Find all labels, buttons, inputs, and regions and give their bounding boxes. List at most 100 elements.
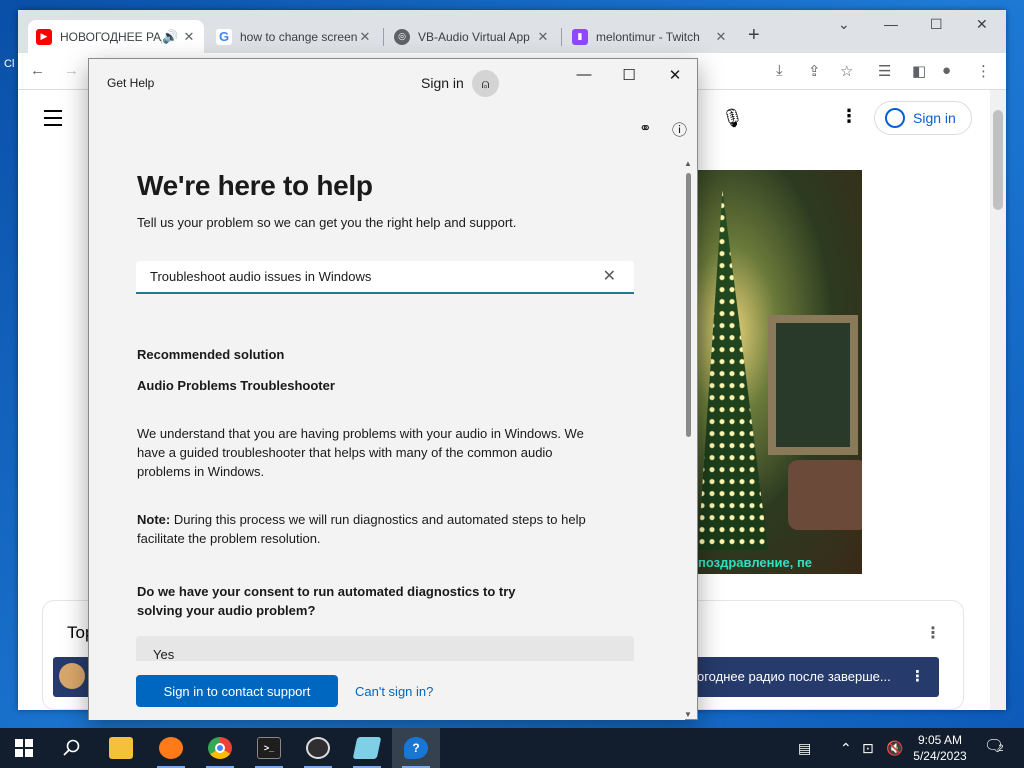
notifications-button[interactable]: 🗨2 (984, 736, 1004, 756)
close-icon[interactable]: ✕ (665, 66, 685, 84)
clear-icon[interactable]: ✕ (603, 266, 616, 286)
tab-vb-audio[interactable]: ◎ VB-Audio Virtual App ✕ (386, 20, 558, 53)
sign-in-contact-support-button[interactable]: Sign in to contact support (136, 675, 338, 707)
tab-twitch[interactable]: ▮ melontimur - Twitch ✕ (564, 20, 736, 53)
search-button[interactable] (48, 728, 96, 768)
windows-icon (15, 739, 33, 757)
tab-google[interactable]: G how to change screen ✕ (208, 20, 380, 53)
get-help-window: Get Help Sign in ⍝ — ☐ ✕ ⚭ ⓘ We're here … (88, 58, 698, 720)
tab-separator (561, 28, 562, 46)
menu-icon[interactable]: ⋮ (976, 62, 991, 80)
more-options-icon[interactable]: ⋮ (840, 106, 858, 127)
back-icon[interactable]: ← (30, 62, 45, 79)
media-controls-icon[interactable]: ☰ (878, 62, 891, 80)
window-image (768, 315, 858, 455)
close-icon[interactable]: ✕ (358, 29, 372, 45)
page-scrollbar[interactable] (990, 90, 1006, 710)
close-icon[interactable]: ✕ (182, 29, 196, 45)
chrome-icon (208, 737, 232, 759)
video-caption: поздравление, пе (698, 555, 813, 570)
note-text: During this process we will run diagnost… (137, 512, 586, 546)
chevron-up-icon[interactable]: ⌃ (840, 740, 852, 757)
notepad-icon (352, 737, 382, 759)
tab-strip: ▶ НОВОГОДНЕЕ РАДИО 🔊 ✕ G how to change s… (18, 10, 1006, 53)
globe-icon: ◎ (394, 28, 410, 45)
start-button[interactable] (0, 728, 48, 768)
minimize-icon[interactable]: — (884, 16, 898, 32)
network-icon[interactable]: ⊡ (862, 740, 874, 757)
install-icon[interactable]: ⤓ (776, 62, 783, 79)
search-icon (63, 739, 80, 756)
signin-label: Sign in (913, 110, 956, 126)
hamburger-menu-icon[interactable] (44, 110, 62, 131)
chevron-down-icon[interactable]: ⌄ (838, 16, 850, 33)
tab-separator (383, 28, 384, 46)
problem-search-input[interactable]: Troubleshoot audio issues in Windows ✕ (136, 261, 634, 294)
firefox-icon (159, 737, 183, 759)
note-label: Note: (137, 512, 171, 527)
christmas-tree-image (698, 190, 768, 550)
content-scrollbar[interactable]: ▲ ▼ (683, 159, 695, 719)
new-tab-button[interactable]: + (748, 24, 760, 47)
feedback-icon[interactable]: ⚭ (639, 119, 652, 137)
google-icon: G (216, 28, 232, 45)
tab-title: how to change screen (240, 29, 358, 44)
notification-count: 2 (998, 743, 1004, 753)
scroll-down-icon[interactable]: ▼ (684, 710, 692, 719)
close-icon[interactable]: ✕ (976, 16, 988, 33)
microphone-icon[interactable]: 🎙 (721, 108, 744, 129)
chat-banner-text: огоднее радио после заверше... (697, 669, 891, 684)
tab-youtube[interactable]: ▶ НОВОГОДНЕЕ РАДИО 🔊 ✕ (28, 20, 204, 53)
youtube-icon: ▶ (36, 28, 52, 45)
maximize-icon[interactable]: ☐ (930, 16, 943, 33)
user-avatar-icon[interactable]: ⍝ (472, 70, 499, 97)
more-options-icon[interactable]: ⋮ (910, 667, 925, 685)
speaker-icon[interactable]: 🔊 (162, 29, 178, 45)
youtube-signin-button[interactable]: Sign in (874, 101, 972, 135)
obs-button[interactable] (294, 728, 342, 768)
bookmark-star-icon[interactable]: ☆ (840, 62, 853, 80)
taskbar: >_ ? ▤ ⌃ ⊡ 🔇 9:05 AM 5/24/2023 🗨2 (0, 728, 1024, 768)
forward-icon[interactable]: → (64, 62, 79, 79)
more-options-icon[interactable]: ⋮ (925, 623, 941, 643)
page-subheading: Tell us your problem so we can get you t… (137, 215, 517, 230)
clock-date: 5/24/2023 (913, 749, 967, 763)
volume-muted-icon[interactable]: 🔇 (886, 740, 903, 757)
firefox-button[interactable] (147, 728, 195, 768)
info-icon[interactable]: ⓘ (672, 119, 687, 140)
cant-sign-in-link[interactable]: Can't sign in? (355, 684, 433, 699)
solution-description: We understand that you are having proble… (137, 426, 584, 479)
avatar (59, 663, 85, 689)
share-icon[interactable]: ⇪ (808, 62, 821, 80)
user-icon (885, 108, 905, 128)
get-help-footer: Sign in to contact support Can't sign in… (89, 661, 685, 720)
maximize-icon[interactable]: ☐ (619, 66, 639, 84)
header-signin-link[interactable]: Sign in (421, 75, 464, 91)
profile-icon[interactable]: ● (942, 62, 951, 79)
terminal-button[interactable]: >_ (245, 728, 293, 768)
chrome-button[interactable] (196, 728, 244, 768)
scroll-up-icon[interactable]: ▲ (684, 159, 692, 168)
close-icon[interactable]: ✕ (536, 29, 550, 45)
notepad-button[interactable] (343, 728, 391, 768)
get-help-content: ⚭ ⓘ We're here to help Tell us your prob… (89, 107, 699, 667)
page-heading: We're here to help (137, 170, 373, 201)
keyboard-icon[interactable]: ▤ (798, 740, 811, 757)
close-icon[interactable]: ✕ (714, 29, 728, 45)
scrollbar-thumb[interactable] (686, 173, 691, 437)
folder-icon (109, 737, 133, 759)
terminal-icon: >_ (257, 737, 281, 759)
twitch-icon: ▮ (572, 28, 588, 45)
video-player[interactable]: поздравление, пе (698, 170, 862, 574)
file-explorer-button[interactable] (97, 728, 145, 768)
tab-title: VB-Audio Virtual App (418, 29, 530, 44)
side-panel-icon[interactable]: ◧ (912, 62, 926, 80)
system-clock[interactable]: 9:05 AM 5/24/2023 (908, 732, 972, 764)
minimize-icon[interactable]: — (574, 66, 594, 83)
recommended-label: Recommended solution (137, 347, 285, 362)
tab-title: melontimur - Twitch (596, 29, 700, 44)
obs-icon (306, 737, 330, 759)
search-input-value: Troubleshoot audio issues in Windows (150, 269, 372, 284)
get-help-button[interactable]: ? (392, 728, 440, 768)
solution-title: Audio Problems Troubleshooter (137, 378, 335, 393)
